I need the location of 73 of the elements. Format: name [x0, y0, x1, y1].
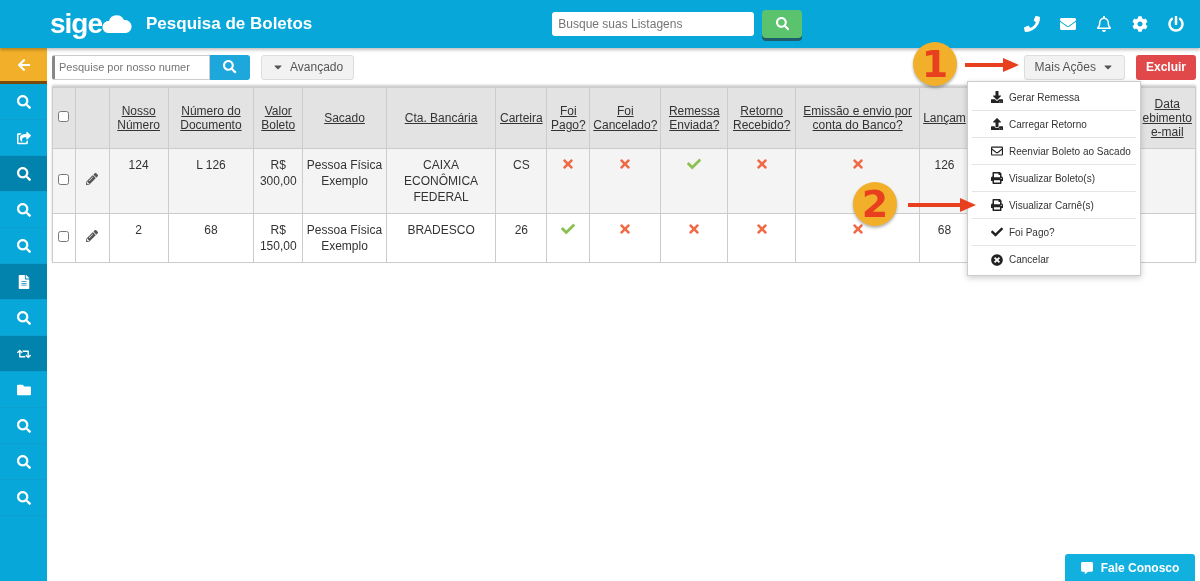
- search-icon: [16, 454, 31, 469]
- menu-item[interactable]: Visualizar Carnê(s): [972, 192, 1136, 219]
- page-title: Pesquisa de Boletos: [146, 14, 313, 34]
- search-icon: [16, 94, 31, 109]
- logo: sige: [50, 8, 133, 40]
- table-cell: R$ 150,00: [259, 223, 297, 253]
- document-icon: [16, 274, 31, 289]
- search-field[interactable]: Busque suas Listagens: [552, 12, 755, 36]
- search-field[interactable]: Pesquise por nosso numer: [52, 54, 210, 80]
- printer-icon: [990, 199, 1003, 211]
- table-cell: CAIXA ECONÔMICA FEDERAL: [404, 158, 479, 204]
- bell-icon[interactable]: [1096, 16, 1112, 32]
- search-icon: [223, 60, 237, 74]
- mail-icon[interactable]: [1060, 16, 1076, 32]
- table-cell: BRADESCO: [407, 223, 475, 237]
- arrow-icon: [965, 57, 1019, 73]
- row-checkbox[interactable]: [58, 231, 70, 242]
- check-icon: [990, 226, 1003, 238]
- row-checkbox[interactable]: [58, 174, 70, 185]
- share-icon: [16, 130, 31, 145]
- search-icon: [16, 490, 31, 505]
- step-badge: 1: [913, 42, 957, 86]
- close-icon: [990, 253, 1003, 266]
- more-actions-button[interactable]: Mais Ações: [1023, 54, 1125, 80]
- search-button[interactable]: [762, 10, 803, 38]
- table-cell: R$ 300,00: [259, 158, 297, 188]
- advanced-button[interactable]: Avançado: [261, 54, 355, 80]
- table-cell: 68: [937, 223, 952, 237]
- menu-item[interactable]: Reenviar Boleto ao Sacado: [972, 138, 1136, 165]
- column-header[interactable]: Carteira: [500, 111, 543, 125]
- settings-icon[interactable]: [1132, 16, 1148, 32]
- search-icon: [16, 310, 31, 325]
- arrow-icon: [16, 57, 31, 72]
- phone-icon[interactable]: [1024, 16, 1040, 32]
- menu-item[interactable]: Visualizar Boleto(s): [972, 165, 1136, 192]
- search-icon: [16, 238, 31, 253]
- table-cell: L 126: [196, 158, 226, 172]
- table-cell: Pessoa Física Exemplo: [306, 223, 383, 253]
- column-header[interactable]: Lançam: [923, 111, 966, 125]
- upload-icon: [990, 118, 1003, 130]
- select-all-checkbox[interactable]: [58, 111, 70, 122]
- menu-item[interactable]: Carregar Retorno: [972, 111, 1136, 138]
- sidebar-item[interactable]: [0, 336, 47, 372]
- column-header[interactable]: Sacado: [324, 111, 365, 125]
- sidebar-item[interactable]: [0, 264, 47, 300]
- chat-icon: [1080, 561, 1093, 574]
- sidebar-item[interactable]: [0, 156, 47, 192]
- search-icon: [16, 166, 31, 181]
- mail-icon: [990, 145, 1003, 157]
- table-cell: CS: [513, 158, 530, 172]
- search-icon: [775, 17, 789, 31]
- folder-icon: [16, 382, 31, 397]
- arrow-icon: [908, 197, 976, 213]
- table-cell: 68: [204, 223, 218, 237]
- printer-icon: [990, 172, 1003, 184]
- back-button[interactable]: [0, 48, 47, 84]
- pencil-icon[interactable]: [86, 230, 99, 242]
- table-cell: 124: [128, 158, 149, 172]
- search-icon: [16, 202, 31, 217]
- search-icon: [16, 418, 31, 433]
- pencil-icon[interactable]: [86, 173, 99, 185]
- menu-item[interactable]: Gerar Remessa: [972, 84, 1136, 111]
- table-cell: 2: [135, 223, 142, 237]
- download-icon: [990, 91, 1003, 103]
- delete-button[interactable]: Excluir: [1135, 54, 1196, 80]
- menu-item[interactable]: Foi Pago?: [972, 219, 1136, 246]
- column-header[interactable]: Cta. Bancária: [404, 111, 478, 125]
- menu-item[interactable]: Cancelar: [972, 246, 1136, 273]
- power-icon[interactable]: [1168, 16, 1184, 32]
- search-button[interactable]: [210, 54, 250, 80]
- table-cell: 126: [934, 158, 955, 172]
- table-cell: Pessoa Física Exemplo: [306, 158, 383, 188]
- table-cell: 26: [514, 223, 529, 237]
